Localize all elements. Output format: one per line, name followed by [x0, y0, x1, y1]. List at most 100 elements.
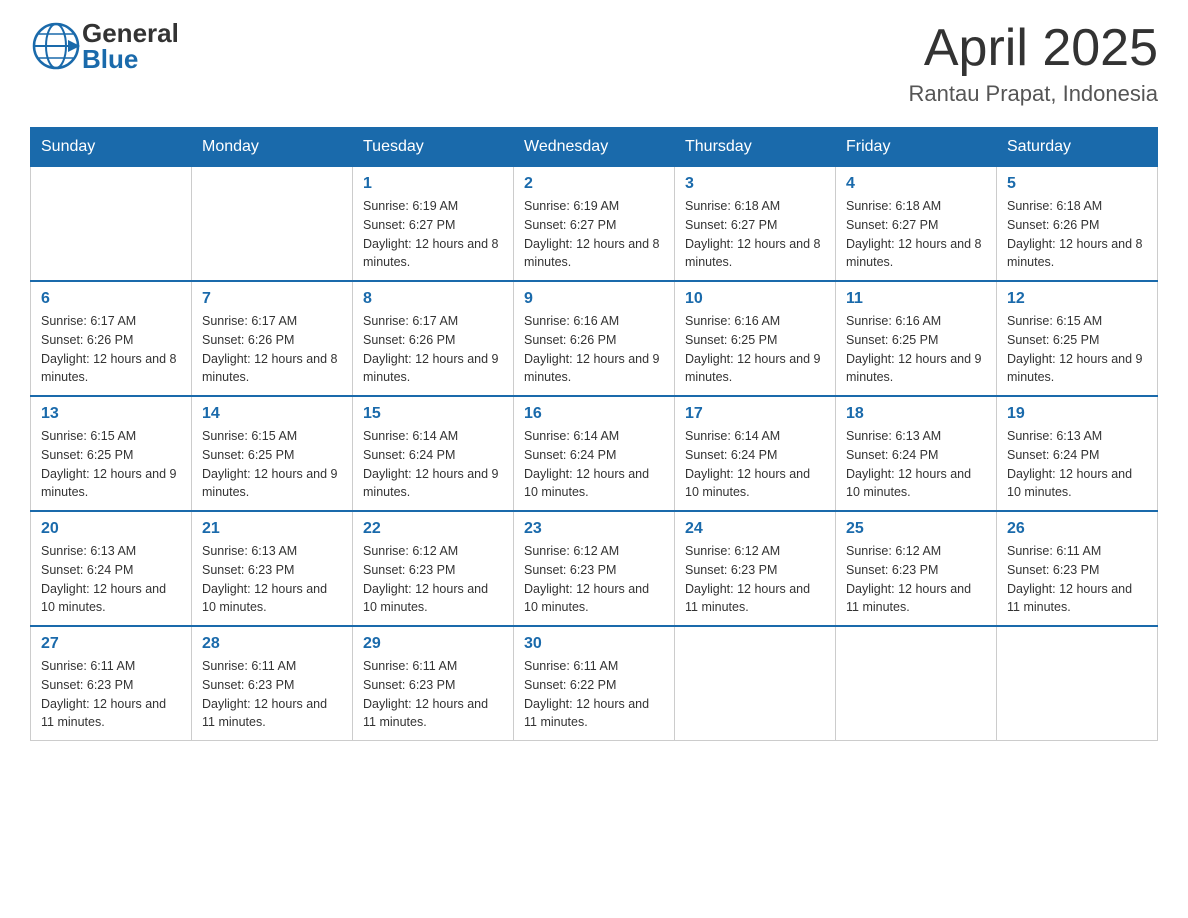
- calendar-cell: 12Sunrise: 6:15 AMSunset: 6:25 PMDayligh…: [997, 281, 1158, 396]
- day-info: Sunrise: 6:12 AMSunset: 6:23 PMDaylight:…: [846, 542, 986, 617]
- day-number: 17: [685, 405, 825, 423]
- page-header: General Blue April 2025 Rantau Prapat, I…: [30, 20, 1158, 107]
- day-number: 14: [202, 405, 342, 423]
- calendar-cell: 18 Sunrise: 6:13 AMSunset: 6:24 PMDayligh…: [836, 396, 997, 511]
- calendar-cell: 24 Sunrise: 6:12 AMSunset: 6:23 PMDayligh…: [675, 511, 836, 626]
- calendar-cell: 27 Sunrise: 6:11 AMSunset: 6:23 PMDayligh…: [31, 626, 192, 741]
- day-number: 8: [363, 290, 503, 308]
- calendar-cell: 19Sunrise: 6:13 AMSunset: 6:24 PMDayligh…: [997, 396, 1158, 511]
- day-number: 28: [202, 635, 342, 653]
- day-number: 2: [524, 175, 664, 193]
- day-info: Sunrise: 6:12 AMSunset: 6:23 PMDaylight:…: [685, 542, 825, 617]
- calendar-cell: 5 Sunrise: 6:18 AMSunset: 6:26 PMDaylight…: [997, 167, 1158, 282]
- day-number: 3: [685, 175, 825, 193]
- day-info: Sunrise: 6:17 AMSunset: 6:26 PMDaylight:…: [202, 312, 342, 387]
- day-info: Sunrise: 6:11 AMSunset: 6:23 PMDaylight:…: [202, 657, 342, 732]
- calendar-cell: 17 Sunrise: 6:14 AMSunset: 6:24 PMDayligh…: [675, 396, 836, 511]
- day-number: 23: [524, 520, 664, 538]
- day-header-friday: Friday: [836, 128, 997, 167]
- day-info: Sunrise: 6:11 AMSunset: 6:23 PMDaylight:…: [363, 657, 503, 732]
- day-number: 18: [846, 405, 986, 423]
- day-info: Sunrise: 6:17 AMSunset: 6:26 PMDaylight:…: [41, 312, 181, 387]
- day-info: Sunrise: 6:19 AMSunset: 6:27 PMDaylight:…: [524, 197, 664, 272]
- day-header-monday: Monday: [192, 128, 353, 167]
- day-number: 27: [41, 635, 181, 653]
- day-info: Sunrise: 6:14 AMSunset: 6:24 PMDaylight:…: [363, 427, 503, 502]
- calendar-cell: [836, 626, 997, 741]
- calendar-week-row: 20Sunrise: 6:13 AMSunset: 6:24 PMDayligh…: [31, 511, 1158, 626]
- day-number: 9: [524, 290, 664, 308]
- day-info: Sunrise: 6:11 AMSunset: 6:23 PMDaylight:…: [1007, 542, 1147, 617]
- day-number: 26: [1007, 520, 1147, 538]
- day-number: 24: [685, 520, 825, 538]
- day-number: 21: [202, 520, 342, 538]
- day-info: Sunrise: 6:13 AMSunset: 6:24 PMDaylight:…: [1007, 427, 1147, 502]
- calendar-cell: 8 Sunrise: 6:17 AMSunset: 6:26 PMDaylight…: [353, 281, 514, 396]
- day-info: Sunrise: 6:12 AMSunset: 6:23 PMDaylight:…: [363, 542, 503, 617]
- day-header-tuesday: Tuesday: [353, 128, 514, 167]
- calendar-cell: 9 Sunrise: 6:16 AMSunset: 6:26 PMDaylight…: [514, 281, 675, 396]
- day-number: 5: [1007, 175, 1147, 193]
- calendar-week-row: 6 Sunrise: 6:17 AMSunset: 6:26 PMDaylight…: [31, 281, 1158, 396]
- day-info: Sunrise: 6:13 AMSunset: 6:23 PMDaylight:…: [202, 542, 342, 617]
- title-section: April 2025 Rantau Prapat, Indonesia: [908, 20, 1158, 107]
- calendar-cell: 4 Sunrise: 6:18 AMSunset: 6:27 PMDaylight…: [836, 167, 997, 282]
- day-number: 7: [202, 290, 342, 308]
- day-info: Sunrise: 6:16 AMSunset: 6:25 PMDaylight:…: [685, 312, 825, 387]
- day-info: Sunrise: 6:19 AMSunset: 6:27 PMDaylight:…: [363, 197, 503, 272]
- calendar-week-row: 1 Sunrise: 6:19 AMSunset: 6:27 PMDaylight…: [31, 167, 1158, 282]
- day-number: 30: [524, 635, 664, 653]
- day-info: Sunrise: 6:16 AMSunset: 6:26 PMDaylight:…: [524, 312, 664, 387]
- calendar-cell: 1 Sunrise: 6:19 AMSunset: 6:27 PMDaylight…: [353, 167, 514, 282]
- calendar-cell: 2 Sunrise: 6:19 AMSunset: 6:27 PMDaylight…: [514, 167, 675, 282]
- calendar-cell: 25Sunrise: 6:12 AMSunset: 6:23 PMDayligh…: [836, 511, 997, 626]
- day-info: Sunrise: 6:16 AMSunset: 6:25 PMDaylight:…: [846, 312, 986, 387]
- day-number: 4: [846, 175, 986, 193]
- calendar-cell: 11 Sunrise: 6:16 AMSunset: 6:25 PMDayligh…: [836, 281, 997, 396]
- day-number: 11: [846, 290, 986, 308]
- day-info: Sunrise: 6:18 AMSunset: 6:27 PMDaylight:…: [685, 197, 825, 272]
- day-info: Sunrise: 6:13 AMSunset: 6:24 PMDaylight:…: [846, 427, 986, 502]
- calendar-cell: 15 Sunrise: 6:14 AMSunset: 6:24 PMDayligh…: [353, 396, 514, 511]
- day-info: Sunrise: 6:17 AMSunset: 6:26 PMDaylight:…: [363, 312, 503, 387]
- calendar-cell: 20Sunrise: 6:13 AMSunset: 6:24 PMDayligh…: [31, 511, 192, 626]
- day-info: Sunrise: 6:14 AMSunset: 6:24 PMDaylight:…: [524, 427, 664, 502]
- calendar-cell: 29 Sunrise: 6:11 AMSunset: 6:23 PMDayligh…: [353, 626, 514, 741]
- calendar-cell: 16 Sunrise: 6:14 AMSunset: 6:24 PMDayligh…: [514, 396, 675, 511]
- logo-blue-text: Blue: [82, 46, 179, 72]
- day-info: Sunrise: 6:15 AMSunset: 6:25 PMDaylight:…: [202, 427, 342, 502]
- day-info: Sunrise: 6:11 AMSunset: 6:22 PMDaylight:…: [524, 657, 664, 732]
- day-number: 15: [363, 405, 503, 423]
- day-number: 16: [524, 405, 664, 423]
- calendar-cell: 14 Sunrise: 6:15 AMSunset: 6:25 PMDayligh…: [192, 396, 353, 511]
- day-number: 29: [363, 635, 503, 653]
- calendar-table: SundayMondayTuesdayWednesdayThursdayFrid…: [30, 127, 1158, 741]
- calendar-cell: 23Sunrise: 6:12 AMSunset: 6:23 PMDayligh…: [514, 511, 675, 626]
- calendar-cell: 13Sunrise: 6:15 AMSunset: 6:25 PMDayligh…: [31, 396, 192, 511]
- location-title: Rantau Prapat, Indonesia: [908, 81, 1158, 107]
- calendar-cell: 22 Sunrise: 6:12 AMSunset: 6:23 PMDayligh…: [353, 511, 514, 626]
- day-info: Sunrise: 6:15 AMSunset: 6:25 PMDaylight:…: [41, 427, 181, 502]
- calendar-week-row: 27 Sunrise: 6:11 AMSunset: 6:23 PMDayligh…: [31, 626, 1158, 741]
- calendar-cell: 26 Sunrise: 6:11 AMSunset: 6:23 PMDayligh…: [997, 511, 1158, 626]
- calendar-cell: 3 Sunrise: 6:18 AMSunset: 6:27 PMDaylight…: [675, 167, 836, 282]
- day-number: 10: [685, 290, 825, 308]
- calendar-header-row: SundayMondayTuesdayWednesdayThursdayFrid…: [31, 128, 1158, 167]
- day-info: Sunrise: 6:14 AMSunset: 6:24 PMDaylight:…: [685, 427, 825, 502]
- day-number: 12: [1007, 290, 1147, 308]
- calendar-week-row: 13Sunrise: 6:15 AMSunset: 6:25 PMDayligh…: [31, 396, 1158, 511]
- day-header-sunday: Sunday: [31, 128, 192, 167]
- day-info: Sunrise: 6:18 AMSunset: 6:26 PMDaylight:…: [1007, 197, 1147, 272]
- day-info: Sunrise: 6:18 AMSunset: 6:27 PMDaylight:…: [846, 197, 986, 272]
- day-number: 6: [41, 290, 181, 308]
- logo-icon: [30, 20, 82, 72]
- day-number: 22: [363, 520, 503, 538]
- day-info: Sunrise: 6:11 AMSunset: 6:23 PMDaylight:…: [41, 657, 181, 732]
- month-title: April 2025: [908, 20, 1158, 77]
- calendar-cell: [192, 167, 353, 282]
- day-header-wednesday: Wednesday: [514, 128, 675, 167]
- logo: General Blue: [30, 20, 179, 72]
- calendar-cell: 28 Sunrise: 6:11 AMSunset: 6:23 PMDayligh…: [192, 626, 353, 741]
- day-header-thursday: Thursday: [675, 128, 836, 167]
- day-number: 1: [363, 175, 503, 193]
